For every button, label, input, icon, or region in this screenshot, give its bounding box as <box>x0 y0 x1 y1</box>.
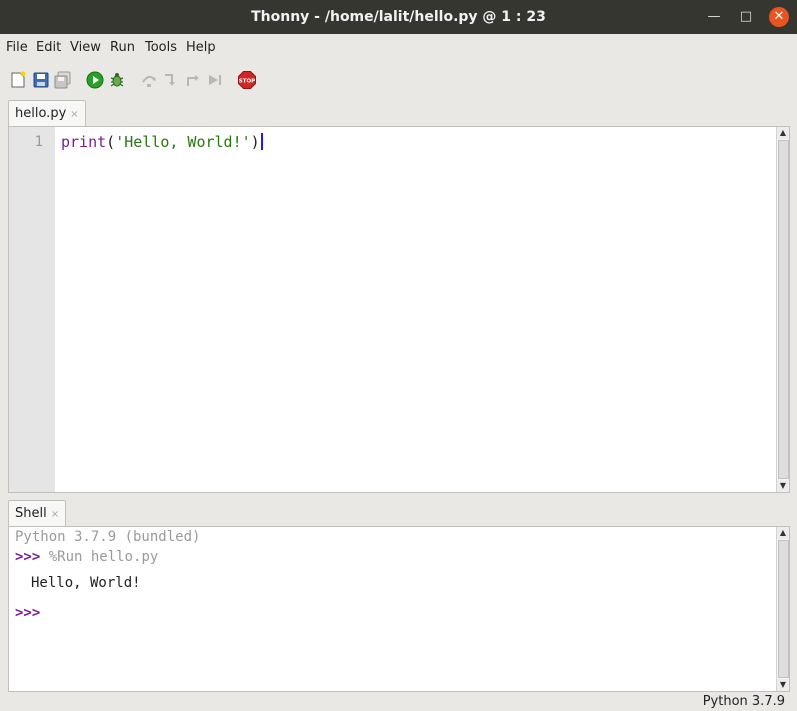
code-close-paren: ) <box>250 133 260 151</box>
interpreter-status[interactable]: Python 3.7.9 <box>703 694 785 709</box>
code-string: 'Hello, World!' <box>115 133 251 151</box>
shell-tab-close-icon[interactable]: × <box>51 509 59 520</box>
tab-shell[interactable]: Shell × <box>8 500 67 528</box>
title-bar: Thonny - /home/lalit/hello.py @ 1 : 23 —… <box>0 0 797 34</box>
step-over-icon <box>142 76 156 87</box>
menu-bar: File Edit View Run Tools Help <box>0 35 797 61</box>
shell-scroll-up-icon[interactable]: ▲ <box>777 527 789 539</box>
resume-icon <box>209 75 221 85</box>
step-out-icon <box>187 75 199 86</box>
code-line[interactable]: print('Hello, World!') <box>61 133 263 151</box>
shell-panel[interactable]: Python 3.7.9 (bundled) >>> %Run hello.py… <box>8 526 790 692</box>
shell-input-line[interactable]: >>> <box>15 605 40 621</box>
shell-run-line: >>> %Run hello.py <box>15 549 158 565</box>
menu-edit[interactable]: Edit <box>36 40 61 55</box>
shell-scrollbar-thumb[interactable] <box>778 540 789 678</box>
menu-view[interactable]: View <box>70 40 101 55</box>
window-title: Thonny - /home/lalit/hello.py @ 1 : 23 <box>251 9 546 25</box>
debug-icon[interactable] <box>108 71 126 89</box>
new-file-icon[interactable] <box>9 71 27 89</box>
line-number: 1 <box>34 134 43 150</box>
scrollbar-thumb[interactable] <box>778 140 789 479</box>
shell-scrollbar[interactable]: ▲ ▼ <box>776 527 789 691</box>
close-button[interactable]: ✕ <box>769 7 789 27</box>
code-function: print <box>61 133 107 151</box>
tab-hello-py[interactable]: hello.py × <box>8 100 86 128</box>
maximize-button[interactable]: □ <box>736 7 756 27</box>
code-open-paren: ( <box>106 133 116 151</box>
shell-banner: Python 3.7.9 (bundled) <box>15 529 201 545</box>
tab-label: hello.py <box>15 106 67 121</box>
step-into-icon <box>165 74 175 86</box>
line-number-gutter: 1 <box>9 127 55 492</box>
editor-tab-row: hello.py × <box>0 100 797 128</box>
menu-tools[interactable]: Tools <box>145 40 177 55</box>
shell-command: %Run hello.py <box>48 549 159 565</box>
scroll-up-icon[interactable]: ▲ <box>777 127 789 139</box>
shell-prompt-current: >>> <box>15 605 41 621</box>
tab-close-icon[interactable]: × <box>70 109 78 120</box>
menu-run[interactable]: Run <box>110 40 135 55</box>
minimize-button[interactable]: — <box>704 7 724 27</box>
menu-help[interactable]: Help <box>186 40 216 55</box>
save-all-icon[interactable] <box>54 71 72 89</box>
shell-scroll-down-icon[interactable]: ▼ <box>777 679 789 691</box>
shell-output: Hello, World! <box>31 575 141 591</box>
stop-icon[interactable]: STOP <box>238 71 256 89</box>
text-cursor <box>260 133 263 150</box>
toolbar: STOP <box>0 62 797 96</box>
shell-tab-label: Shell <box>15 506 47 521</box>
stop-label: STOP <box>239 79 255 85</box>
run-icon[interactable] <box>86 71 104 89</box>
code-editor[interactable]: 1 print('Hello, World!') ▲ ▼ <box>8 126 790 493</box>
save-icon[interactable] <box>32 71 50 89</box>
scroll-down-icon[interactable]: ▼ <box>777 480 789 492</box>
menu-file[interactable]: File <box>6 40 28 55</box>
shell-tab-row: Shell × <box>0 500 797 528</box>
shell-prompt: >>> <box>15 549 41 565</box>
editor-scrollbar[interactable]: ▲ ▼ <box>776 127 789 492</box>
